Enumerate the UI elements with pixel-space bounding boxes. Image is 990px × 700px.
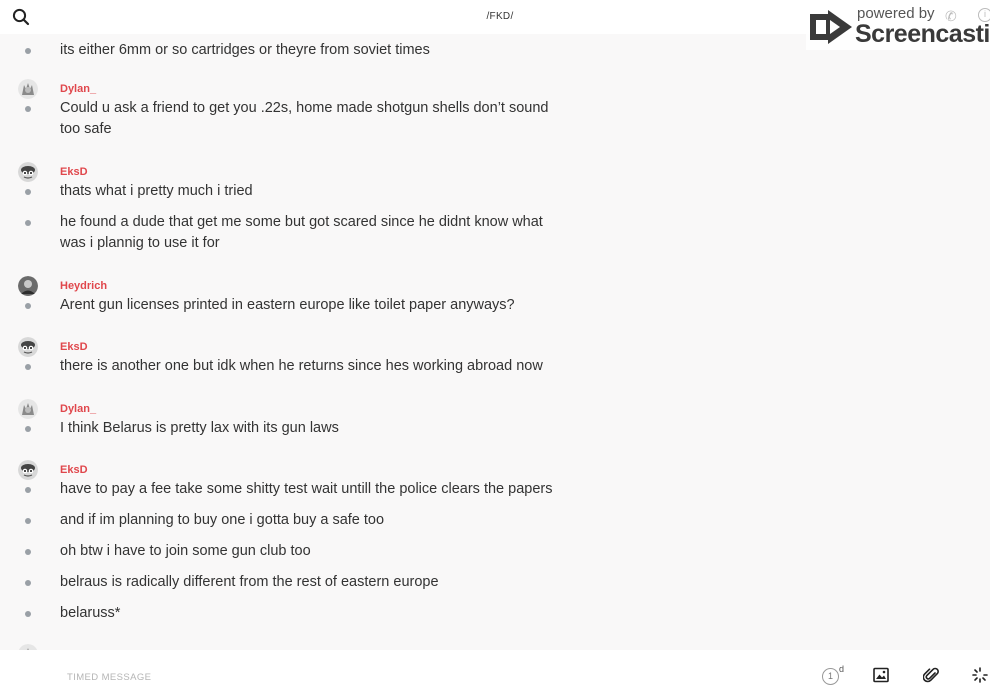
message-text: belraus is radically different from the …: [60, 574, 439, 590]
message-bullet: [25, 487, 31, 493]
message-text: too safe: [60, 121, 112, 137]
avatar-dylan[interactable]: [18, 79, 38, 99]
avatar-eksd[interactable]: [18, 460, 38, 480]
paperclip-icon[interactable]: [923, 666, 939, 684]
message-input[interactable]: [67, 670, 667, 684]
watermark-brand: Screencastify: [855, 20, 990, 48]
message-author[interactable]: EksD: [60, 341, 88, 353]
message-bullet: [25, 364, 31, 370]
message-text: thats what i pretty much i tried: [60, 183, 253, 199]
message-text: I think Belarus is pretty lax with its g…: [60, 420, 339, 436]
timer-unit: d: [839, 664, 845, 674]
message-text: belaruss*: [60, 605, 121, 621]
message-bullet: [25, 518, 31, 524]
message-bullet: [25, 611, 31, 617]
message-author[interactable]: Dylan_: [60, 83, 96, 95]
composer-bar: 1 d: [0, 650, 990, 700]
message-text: its either 6mm or so cartridges or theyr…: [60, 42, 430, 58]
message-text: oh btw i have to join some gun club too: [60, 543, 311, 559]
message-bullet: [25, 189, 31, 195]
phone-icon: ✆: [945, 8, 957, 24]
screencastify-watermark: powered by Screencastify ✆ i: [806, 4, 990, 50]
message-bullet: [25, 106, 31, 112]
message-text: Arent gun licenses printed in eastern eu…: [60, 297, 515, 313]
message-text: Could u ask a friend to get you .22s, ho…: [60, 100, 549, 116]
message-bullet: [25, 549, 31, 555]
avatar-eksd[interactable]: [18, 337, 38, 357]
avatar-eksd[interactable]: [18, 162, 38, 182]
message-text: he found a dude that get me some but got…: [60, 214, 543, 230]
message-bullet: [25, 220, 31, 226]
message-bullet: [25, 580, 31, 586]
message-text: have to pay a fee take some shitty test …: [60, 481, 553, 497]
image-icon[interactable]: [873, 667, 889, 683]
message-list[interactable]: its either 6mm or so cartridges or theyr…: [0, 34, 990, 650]
message-author[interactable]: EksD: [60, 464, 88, 476]
info-icon: i: [978, 8, 990, 22]
timer-button[interactable]: 1 d: [822, 664, 845, 686]
screencastify-logo-icon: [810, 10, 852, 44]
message-text: was i plannig to use it for: [60, 235, 220, 251]
message-author[interactable]: Heydrich: [60, 280, 107, 292]
message-text: there is another one but idk when he ret…: [60, 358, 543, 374]
avatar-dylan[interactable]: [18, 399, 38, 419]
message-author[interactable]: EksD: [60, 166, 88, 178]
message-bullet: [25, 48, 31, 54]
message-text: and if im planning to buy one i gotta bu…: [60, 512, 385, 528]
avatar-heydrich[interactable]: [18, 276, 38, 296]
timer-value: 1: [822, 668, 839, 685]
message-bullet: [25, 303, 31, 309]
message-author[interactable]: Dylan_: [60, 403, 96, 415]
spinner-icon[interactable]: [972, 667, 988, 683]
message-bullet: [25, 426, 31, 432]
